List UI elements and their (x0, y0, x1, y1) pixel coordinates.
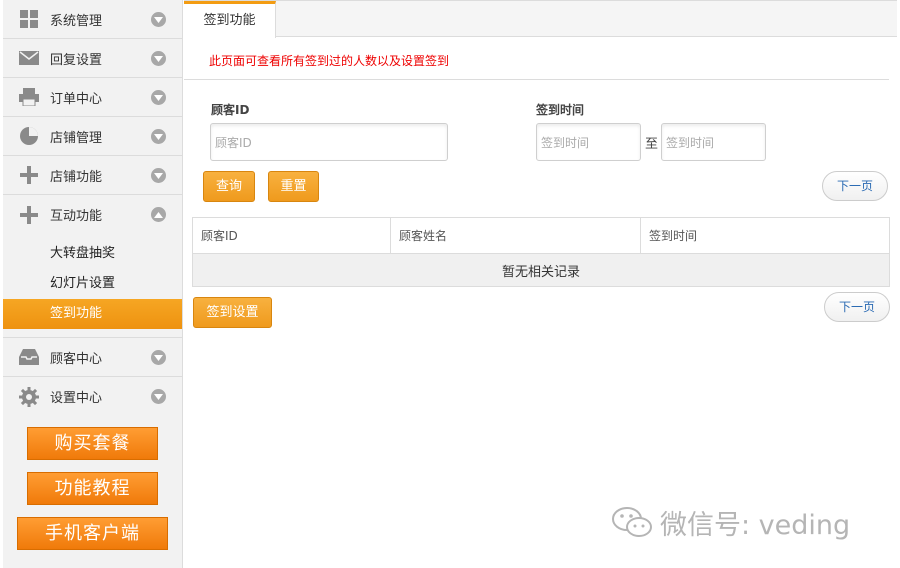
menu-item-reply[interactable]: 回复设置 (3, 39, 182, 78)
signin-time-to-input[interactable]: 签到时间 (661, 123, 766, 161)
sub-item-slideshow[interactable]: 幻灯片设置 (3, 269, 182, 299)
menu-item-settings[interactable]: 设置中心 (3, 377, 182, 416)
menu-label: 设置中心 (50, 391, 103, 406)
tab-bar: 签到功能 (184, 0, 897, 38)
chevron-down-icon (151, 168, 166, 183)
chevron-down-icon (151, 51, 166, 66)
pie-chart-icon (19, 126, 39, 146)
menu-label: 回复设置 (50, 52, 103, 68)
menu-label: 顾客中心 (50, 351, 103, 367)
table-row: 暂无相关记录 (192, 253, 890, 287)
chevron-down-icon (151, 90, 166, 105)
column-header-customer-id: 顾客ID (192, 217, 391, 254)
chevron-down-icon (151, 129, 166, 144)
chevron-down-icon (151, 350, 166, 365)
gear-icon (19, 386, 39, 407)
menu-item-store-functions[interactable]: 店铺功能 (3, 156, 182, 195)
envelope-icon (19, 48, 39, 68)
page-notice: 此页面可查看所有签到过的人数以及设置签到 (209, 54, 450, 68)
chevron-up-icon (151, 207, 166, 222)
wechat-icon (612, 506, 652, 540)
inbox-icon (19, 347, 39, 367)
empty-state-text: 暂无相关记录 (192, 253, 890, 287)
sub-item-signin[interactable]: 签到功能 (3, 299, 182, 329)
interactive-submenu: 大转盘抽奖 幻灯片设置 签到功能 (3, 234, 182, 338)
table-header-row: 顾客ID 顾客姓名 签到时间 (192, 217, 890, 254)
plus-icon (19, 165, 39, 185)
tutorial-button[interactable]: 功能教程 (27, 472, 158, 505)
query-button[interactable]: 查询 (203, 171, 255, 202)
menu-label: 订单中心 (50, 91, 103, 107)
watermark-text: 微信号: veding (660, 510, 851, 541)
plus-icon (19, 205, 39, 225)
signin-table: 顾客ID 顾客姓名 签到时间 暂无相关记录 (192, 217, 890, 287)
printer-icon (19, 87, 39, 107)
menu-label: 店铺功能 (50, 169, 103, 185)
menu-item-orders[interactable]: 订单中心 (3, 78, 182, 117)
signin-time-from-input[interactable]: 签到时间 (536, 123, 641, 161)
watermark: 微信号: veding (612, 503, 850, 542)
buy-package-button[interactable]: 购买套餐 (27, 427, 158, 460)
customer-id-label: 顾客ID (211, 103, 250, 117)
range-separator: 至 (645, 137, 659, 152)
menu-label: 互动功能 (50, 209, 103, 224)
grid-icon (19, 9, 39, 29)
mobile-client-button[interactable]: 手机客户端 (17, 517, 168, 550)
main-content: 签到功能 此页面可查看所有签到过的人数以及设置签到 顾客ID 顾客ID 签到时间… (184, 0, 897, 568)
menu-label: 店铺管理 (50, 130, 103, 146)
signin-settings-button[interactable]: 签到设置 (193, 297, 272, 328)
column-header-customer-name: 顾客姓名 (390, 217, 641, 254)
menu-label: 系统管理 (50, 13, 103, 29)
next-page-button-bottom[interactable]: 下一页 (824, 292, 890, 322)
column-header-signin-time: 签到时间 (640, 217, 890, 254)
divider (184, 79, 889, 80)
customer-id-input[interactable]: 顾客ID (210, 123, 448, 161)
menu-item-interactive[interactable]: 互动功能 (3, 195, 182, 234)
chevron-down-icon (151, 389, 166, 404)
sub-item-wheel-lottery[interactable]: 大转盘抽奖 (3, 239, 182, 269)
menu-item-store[interactable]: 店铺管理 (3, 117, 182, 156)
reset-button[interactable]: 重置 (268, 171, 319, 202)
signin-time-label: 签到时间 (536, 103, 585, 117)
chevron-down-icon (151, 12, 166, 27)
menu-item-customers[interactable]: 顾客中心 (3, 338, 182, 377)
menu-item-system[interactable]: 系统管理 (3, 0, 182, 39)
next-page-button[interactable]: 下一页 (822, 171, 888, 201)
tab-signin[interactable]: 签到功能 (184, 1, 276, 38)
sidebar: 系统管理 回复设置 订单中心 店铺管理 店铺功能 互动功能 大转盘抽奖 幻灯片设… (3, 0, 183, 568)
